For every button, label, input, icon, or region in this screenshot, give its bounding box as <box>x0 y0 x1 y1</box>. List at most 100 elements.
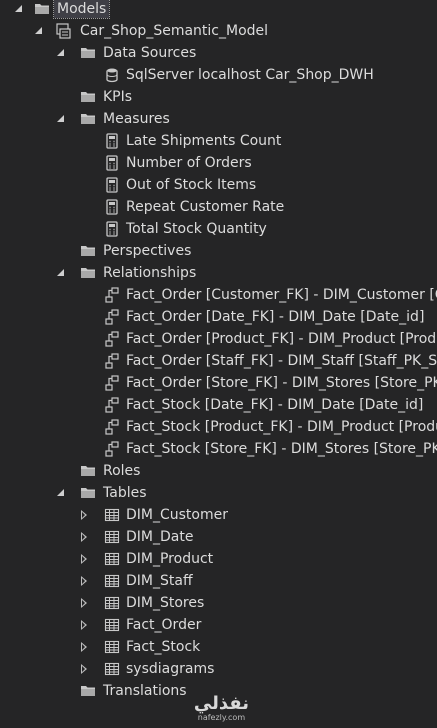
table-icon <box>104 507 120 523</box>
expand-arrow-icon[interactable] <box>56 488 66 498</box>
table-icon <box>104 573 120 589</box>
tree-node-measures[interactable]: Measures <box>0 108 437 130</box>
expand-arrow-icon[interactable] <box>34 26 44 36</box>
relationship-icon <box>104 375 120 391</box>
relationship-icon <box>104 441 120 457</box>
table-icon <box>104 639 120 655</box>
folder-icon <box>80 485 96 501</box>
tree-node-relationship[interactable]: Fact_Stock [Product_FK] - DIM_Product [P… <box>0 416 437 438</box>
calculator-icon <box>104 199 120 215</box>
tree-node-kpis[interactable]: KPIs <box>0 86 437 108</box>
tree-node-relationship[interactable]: Fact_Order [Staff_FK] - DIM_Staff [Staff… <box>0 350 437 372</box>
tree-node-table[interactable]: DIM_Stores <box>0 592 437 614</box>
expand-arrow-icon[interactable] <box>79 510 89 520</box>
tree-node-measure[interactable]: Total Stock Quantity <box>0 218 437 240</box>
tree-node-label: Tables <box>103 485 147 501</box>
relationship-icon <box>104 287 120 303</box>
expand-arrow-icon[interactable] <box>14 4 24 14</box>
tree-node-label: Total Stock Quantity <box>126 221 267 237</box>
tree-node-measure[interactable]: Number of Orders <box>0 152 437 174</box>
expand-arrow-icon[interactable] <box>79 532 89 542</box>
tree-node-measure[interactable]: Repeat Customer Rate <box>0 196 437 218</box>
tree-node-label: Fact_Order [Date_FK] - DIM_Date [Date_id… <box>126 309 425 325</box>
expand-arrow-icon[interactable] <box>79 554 89 564</box>
expand-arrow-icon[interactable] <box>79 576 89 586</box>
watermark-logo: نفذلي nafezly.com <box>193 693 249 723</box>
tree-node-label: DIM_Stores <box>126 595 205 611</box>
tree-node-label: Fact_Order <box>126 617 202 633</box>
expand-arrow-icon[interactable] <box>79 642 89 652</box>
tree-node-label: DIM_Customer <box>126 507 228 523</box>
expand-arrow-icon[interactable] <box>56 268 66 278</box>
table-icon <box>104 529 120 545</box>
tree-node-label: DIM_Staff <box>126 573 193 589</box>
tree-node-relationship[interactable]: Fact_Order [Product_FK] - DIM_Product [P… <box>0 328 437 350</box>
tree-node-label: KPIs <box>103 89 133 105</box>
tree-node-label: Fact_Stock [Date_FK] - DIM_Date [Date_id… <box>126 397 424 413</box>
folder-icon <box>80 45 96 61</box>
tree-node-relationship[interactable]: Fact_Order [Store_FK] - DIM_Stores [Stor… <box>0 372 437 394</box>
relationship-icon <box>104 419 120 435</box>
tree-node-label: Translations <box>103 683 187 699</box>
tree-node-label: Models <box>52 0 111 19</box>
relationship-icon <box>104 331 120 347</box>
tree-node-relationship[interactable]: Fact_Order [Customer_FK] - DIM_Customer … <box>0 284 437 306</box>
expand-arrow-icon[interactable] <box>56 114 66 124</box>
expand-arrow-icon[interactable] <box>56 48 66 58</box>
folder-icon <box>80 265 96 281</box>
tree-node-measure[interactable]: Out of Stock Items <box>0 174 437 196</box>
table-icon <box>104 551 120 567</box>
relationship-icon <box>104 309 120 325</box>
calculator-icon <box>104 177 120 193</box>
watermark-latin: nafezly.com <box>197 713 246 722</box>
tree-node-relationship[interactable]: Fact_Stock [Store_FK] - DIM_Stores [Stor… <box>0 438 437 460</box>
expand-arrow-icon[interactable] <box>79 620 89 630</box>
folder-icon <box>80 89 96 105</box>
tree-node-relationship[interactable]: Fact_Order [Date_FK] - DIM_Date [Date_id… <box>0 306 437 328</box>
tree-node-label: DIM_Date <box>126 529 194 545</box>
tree-node-perspectives[interactable]: Perspectives <box>0 240 437 262</box>
tree-node-table[interactable]: DIM_Customer <box>0 504 437 526</box>
tree-node-label: sysdiagrams <box>126 661 215 677</box>
tree-node-label: Fact_Order [Customer_FK] - DIM_Customer … <box>126 287 437 303</box>
tree-node-table[interactable]: Fact_Stock <box>0 636 437 658</box>
tree-node-label: Car_Shop_Semantic_Model <box>80 23 269 39</box>
tree-node-label: Measures <box>103 111 170 127</box>
tree-node-label: Late Shipments Count <box>126 133 282 149</box>
tree-node-roles[interactable]: Roles <box>0 460 437 482</box>
tree-node-table[interactable]: DIM_Product <box>0 548 437 570</box>
tree-node-label: Roles <box>103 463 141 479</box>
tree-node-datasource[interactable]: SqlServer localhost Car_Shop_DWH <box>0 64 437 86</box>
tree-node-table[interactable]: sysdiagrams <box>0 658 437 680</box>
tree-node-table[interactable]: DIM_Date <box>0 526 437 548</box>
tree-node-label: Number of Orders <box>126 155 252 171</box>
tree-node-label: Fact_Order [Staff_FK] - DIM_Staff [Staff… <box>126 353 437 369</box>
tree-node-table[interactable]: Fact_Order <box>0 614 437 636</box>
folder-icon <box>80 243 96 259</box>
folder-icon <box>80 683 96 699</box>
folder-icon <box>80 111 96 127</box>
model-icon <box>56 23 72 39</box>
tree-node-label: Perspectives <box>103 243 192 259</box>
tree-node-relationship[interactable]: Fact_Stock [Date_FK] - DIM_Date [Date_id… <box>0 394 437 416</box>
tree-node-data-sources[interactable]: Data Sources <box>0 42 437 64</box>
calculator-icon <box>104 133 120 149</box>
tree-node-relationships[interactable]: Relationships <box>0 262 437 284</box>
calculator-icon <box>104 221 120 237</box>
tree-node-label: SqlServer localhost Car_Shop_DWH <box>126 67 374 83</box>
tree-node-measure[interactable]: Late Shipments Count <box>0 130 437 152</box>
tree-node-label: DIM_Product <box>126 551 214 567</box>
tree-node-model[interactable]: Car_Shop_Semantic_Model <box>0 20 437 42</box>
folder-icon <box>80 463 96 479</box>
tree-node-models[interactable]: Models <box>0 0 437 20</box>
tree-node-table[interactable]: DIM_Staff <box>0 570 437 592</box>
watermark-arabic: نفذلي <box>193 693 249 714</box>
expand-arrow-icon[interactable] <box>79 598 89 608</box>
tree-node-label: Repeat Customer Rate <box>126 199 285 215</box>
relationship-icon <box>104 397 120 413</box>
tree-node-label: Fact_Order [Store_FK] - DIM_Stores [Stor… <box>126 375 437 391</box>
tree-node-label: Fact_Stock <box>126 639 201 655</box>
expand-arrow-icon[interactable] <box>79 664 89 674</box>
table-icon <box>104 595 120 611</box>
tree-node-tables[interactable]: Tables <box>0 482 437 504</box>
